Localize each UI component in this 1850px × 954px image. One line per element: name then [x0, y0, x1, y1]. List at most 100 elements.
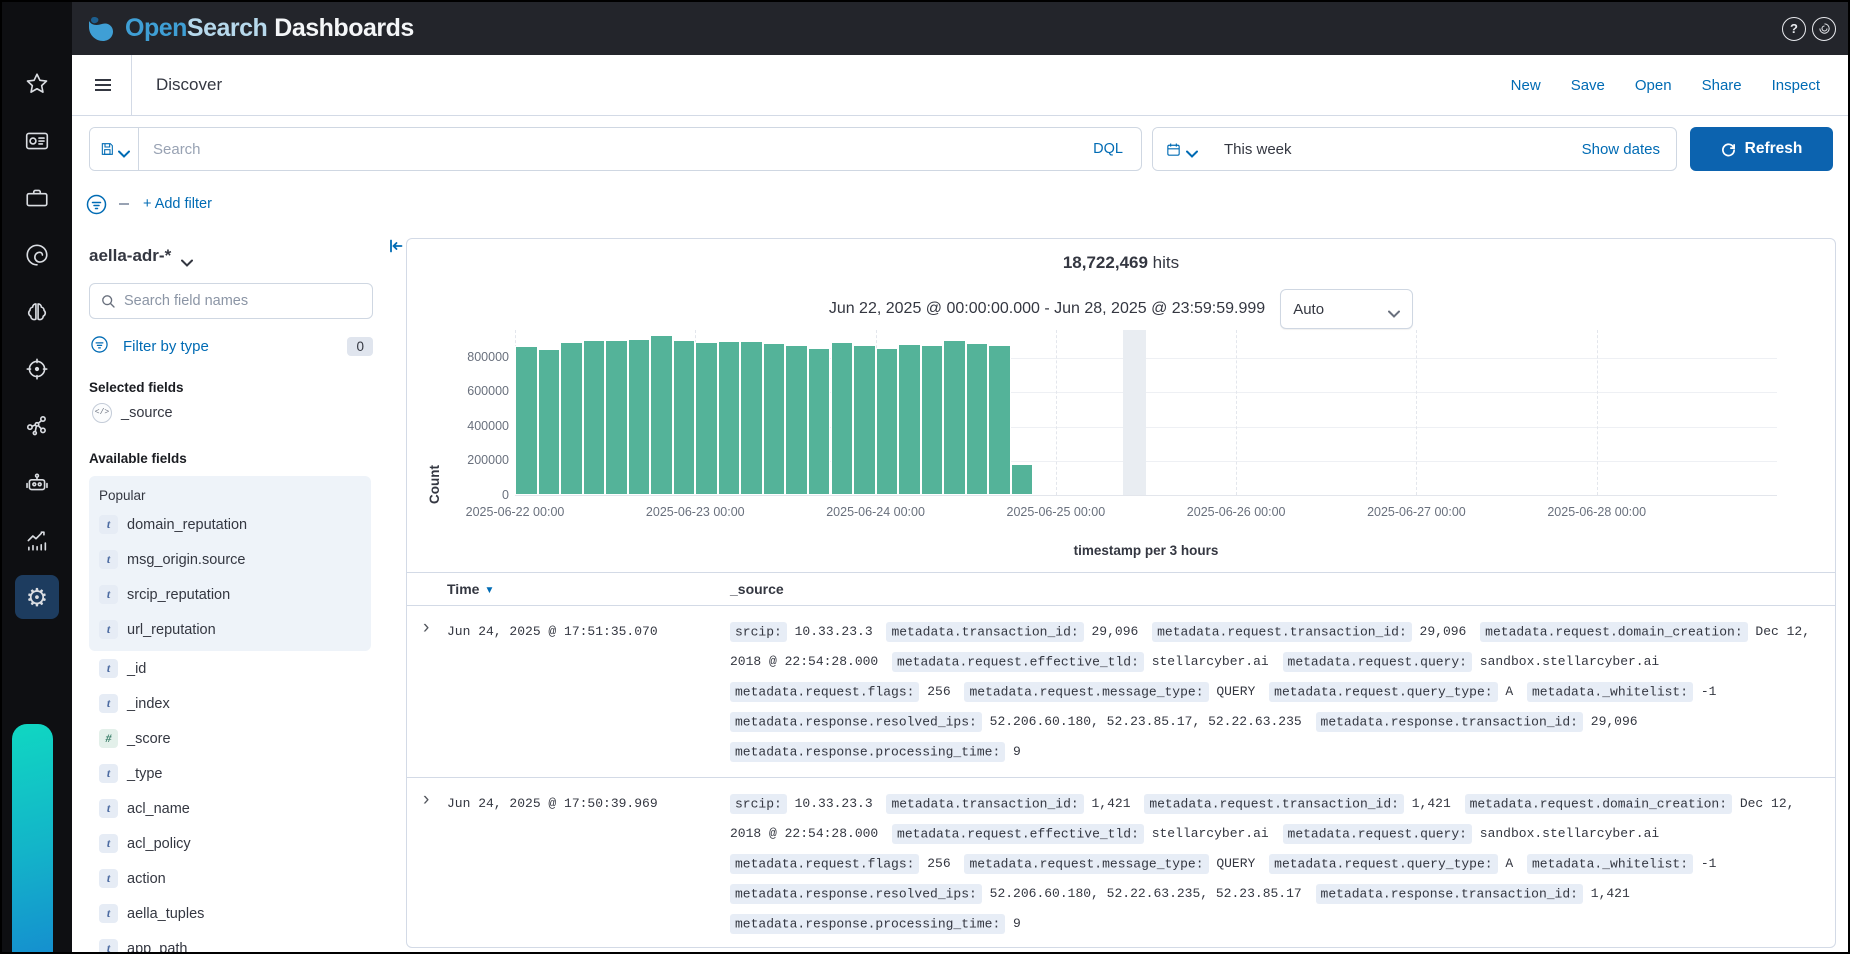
nav-item-star-icon[interactable]	[15, 62, 59, 106]
field-name: _id	[127, 661, 146, 677]
popular-fields-list: tdomain_reputationtmsg_origin.sourcetsrc…	[96, 507, 371, 647]
field-pair: metadata.request.query: sandbox.stellarc…	[1283, 654, 1660, 669]
x-tick-label: 2025-06-24 00:00	[826, 505, 925, 519]
field-name-pill: metadata.request.query_type:	[1269, 682, 1497, 702]
field-item-_id[interactable]: t_id	[96, 651, 371, 686]
sort-desc-icon[interactable]: ▼	[484, 585, 494, 596]
header-action-inspect[interactable]: Inspect	[1772, 77, 1820, 94]
field-item-acl_policy[interactable]: tacl_policy	[96, 826, 371, 861]
field-item-srcip_reputation[interactable]: tsrcip_reputation	[96, 577, 371, 612]
histogram-bar[interactable]	[763, 343, 786, 495]
field-name-pill: metadata.transaction_id:	[886, 794, 1083, 814]
field-item-action[interactable]: taction	[96, 861, 371, 896]
nav-item-target-icon[interactable]	[15, 347, 59, 391]
histogram-bar[interactable]	[1011, 464, 1034, 495]
search-input[interactable]: Search DQL	[139, 128, 1141, 170]
field-name-pill: metadata._whitelist:	[1527, 854, 1693, 874]
field-pair: metadata.request.query_type: A	[1269, 856, 1513, 871]
expand-row-icon[interactable]: ›	[423, 617, 429, 638]
nav-item-dashboard-card-icon[interactable]	[15, 119, 59, 163]
text-type-icon: t	[99, 764, 118, 783]
histogram-bar[interactable]	[898, 344, 921, 495]
collapse-sidebar-button[interactable]	[388, 238, 404, 254]
number-type-icon: #	[99, 729, 118, 748]
histogram-bar[interactable]	[966, 343, 989, 495]
field-item-msg_origin.source[interactable]: tmsg_origin.source	[96, 542, 371, 577]
time-column-header[interactable]: Time▼	[447, 581, 730, 597]
field-name: action	[127, 871, 166, 887]
text-type-icon: t	[99, 620, 118, 639]
filter-divider	[119, 203, 129, 205]
histogram-bar[interactable]	[628, 339, 651, 495]
histogram-bar[interactable]	[831, 342, 854, 495]
field-item-_index[interactable]: t_index	[96, 686, 371, 721]
show-dates-button[interactable]: Show dates	[1582, 141, 1660, 158]
nav-item-robot-icon[interactable]	[15, 461, 59, 505]
nav-item-briefcase-icon[interactable]	[15, 176, 59, 220]
histogram-bar[interactable]	[988, 345, 1011, 495]
selected-fields-heading: Selected fields	[89, 380, 373, 395]
y-tick-label: 0	[443, 488, 509, 502]
histogram-bar[interactable]	[673, 340, 696, 495]
histogram-bar[interactable]	[650, 335, 673, 495]
field-name: url_reputation	[127, 622, 216, 638]
field-item-aella_tuples[interactable]: taella_tuples	[96, 896, 371, 931]
histogram-bar[interactable]	[695, 342, 718, 495]
hits-total: 18,722,469 hits	[407, 253, 1835, 273]
filter-by-type-button[interactable]: Filter by type	[123, 338, 209, 355]
header-action-open[interactable]: Open	[1635, 77, 1672, 94]
histogram-bar[interactable]	[785, 345, 808, 495]
date-range-value[interactable]: This week	[1224, 141, 1292, 158]
header-action-share[interactable]: Share	[1702, 77, 1742, 94]
field-item-app_path[interactable]: tapp_path	[96, 931, 371, 952]
nav-item-analytics-chart-icon[interactable]	[15, 518, 59, 562]
date-quick-select-button[interactable]	[1153, 128, 1210, 170]
histogram-bar[interactable]	[538, 349, 561, 495]
field-item-domain_reputation[interactable]: tdomain_reputation	[96, 507, 371, 542]
menu-hamburger-icon[interactable]	[89, 71, 117, 99]
nav-item-swirl-icon[interactable]	[15, 233, 59, 277]
histogram-bar[interactable]	[718, 341, 741, 495]
histogram-bar[interactable]	[740, 341, 763, 495]
histogram-bar[interactable]	[876, 348, 899, 495]
filter-icon[interactable]	[84, 192, 109, 217]
histogram-bar[interactable]	[515, 346, 538, 495]
available-fields-heading: Available fields	[89, 451, 373, 466]
histogram-bar[interactable]	[808, 348, 831, 495]
brand-dashboards: Dashboards	[274, 14, 413, 42]
filter-count-badge: 0	[347, 337, 373, 356]
filter-icon	[89, 334, 114, 359]
histogram-bar[interactable]	[583, 340, 606, 495]
text-type-icon: t	[99, 515, 118, 534]
chart-plot-area[interactable]	[515, 330, 1777, 496]
field-name-pill: metadata.request.query:	[1283, 824, 1472, 844]
nav-item-gear-icon[interactable]: ⚙	[15, 575, 59, 619]
index-pattern-selector[interactable]: aella-adr-*	[89, 246, 373, 266]
query-language-button[interactable]: DQL	[1089, 141, 1127, 157]
histogram-bar[interactable]	[943, 340, 966, 495]
histogram-bar[interactable]	[853, 345, 876, 495]
nav-item-brain-icon[interactable]	[15, 290, 59, 334]
help-icon[interactable]: ?	[1782, 17, 1806, 41]
text-type-icon: t	[99, 869, 118, 888]
field-item-_type[interactable]: t_type	[96, 756, 371, 791]
header-action-new[interactable]: New	[1511, 77, 1541, 94]
search-placeholder: Search	[153, 141, 1089, 158]
field-item-url_reputation[interactable]: t url_reputation	[96, 612, 371, 647]
user-mark-icon[interactable]	[1812, 17, 1836, 41]
field-item-_source[interactable]: </>_source	[89, 395, 373, 430]
field-item-_score[interactable]: #_score	[96, 721, 371, 756]
field-search-input[interactable]: Search field names	[89, 283, 373, 319]
expand-row-icon[interactable]: ›	[423, 789, 429, 810]
refresh-button[interactable]: Refresh	[1690, 127, 1833, 171]
nav-item-network-graph-icon[interactable]	[15, 404, 59, 448]
field-item-acl_name[interactable]: tacl_name	[96, 791, 371, 826]
text-type-icon: t	[99, 550, 118, 569]
interval-select[interactable]: Auto	[1280, 289, 1413, 329]
add-filter-button[interactable]: + Add filter	[143, 196, 212, 212]
histogram-bar[interactable]	[605, 340, 628, 495]
saved-query-menu-button[interactable]	[90, 128, 139, 170]
histogram-bar[interactable]	[921, 345, 944, 495]
histogram-bar[interactable]	[560, 342, 583, 495]
header-action-save[interactable]: Save	[1571, 77, 1605, 94]
